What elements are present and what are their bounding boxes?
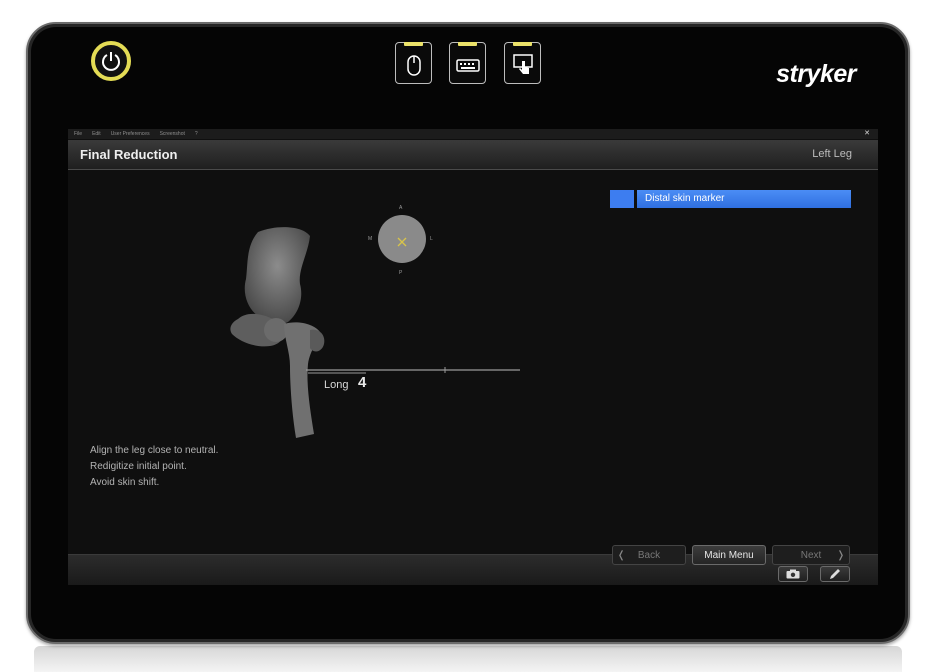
keyboard-icon [456,59,480,72]
instruction-line: Align the leg close to neutral. [90,445,219,456]
back-button[interactable]: ❬ Back [612,545,686,565]
camera-icon [786,569,800,579]
menu-help[interactable]: ? [195,131,198,137]
chevron-left-icon: ❬ [617,549,626,561]
length-value: 4 [358,374,367,391]
main-menu-label: Main Menu [704,549,754,561]
led-indicator [404,42,423,46]
back-label: Back [637,549,661,561]
length-scale [306,367,520,374]
chevron-right-icon: ❭ [836,549,845,561]
led-indicator [513,42,532,46]
pen-icon [830,569,840,579]
camera-button[interactable] [778,566,808,582]
marker-label: Distal skin marker [637,190,851,208]
instruction-line: Redigitize initial point. [90,461,187,472]
length-label: Long [324,379,349,391]
reflection-floor [34,646,902,672]
next-label: Next [800,549,822,561]
menu-file[interactable]: File [74,131,82,137]
brand-logo: stryker [776,60,856,88]
compass-target-icon [378,215,426,263]
application-screen: File Edit User Preferences Screenshot ? … [68,129,878,585]
menu-bar: File Edit User Preferences Screenshot ? … [68,129,878,139]
keyboard-mode-button[interactable] [449,42,486,84]
menu-user-preferences[interactable]: User Preferences [111,131,150,137]
close-icon[interactable]: ✕ [864,129,870,137]
compass-lateral-label: L [430,236,433,242]
next-button[interactable]: Next ❭ [772,545,850,565]
marker-list-item[interactable]: Distal skin marker [610,190,851,208]
touch-mode-button[interactable] [504,42,541,84]
main-menu-button[interactable]: Main Menu [692,545,766,565]
power-icon [102,52,120,71]
power-button[interactable] [91,41,131,81]
compass-posterior-label: P [399,270,403,276]
compass-medial-label: M [368,236,373,242]
mouse-icon [407,55,421,76]
led-indicator [458,42,477,46]
instruction-line: Avoid skin shift. [90,477,160,488]
hip-bone-model [218,224,398,449]
touch-icon [513,54,533,74]
mouse-mode-button[interactable] [395,42,432,84]
instructions: Align the leg close to neutral. Redigiti… [90,443,218,491]
compass-anterior-label: A [399,205,403,211]
side-indicator: Left Leg [812,148,852,160]
page-header: Final Reduction Left Leg [68,140,878,170]
marker-color-swatch [610,190,634,208]
menu-screenshot[interactable]: Screenshot [160,131,185,137]
page-title: Final Reduction [80,147,178,162]
menu-edit[interactable]: Edit [92,131,101,137]
pen-button[interactable] [820,566,850,582]
